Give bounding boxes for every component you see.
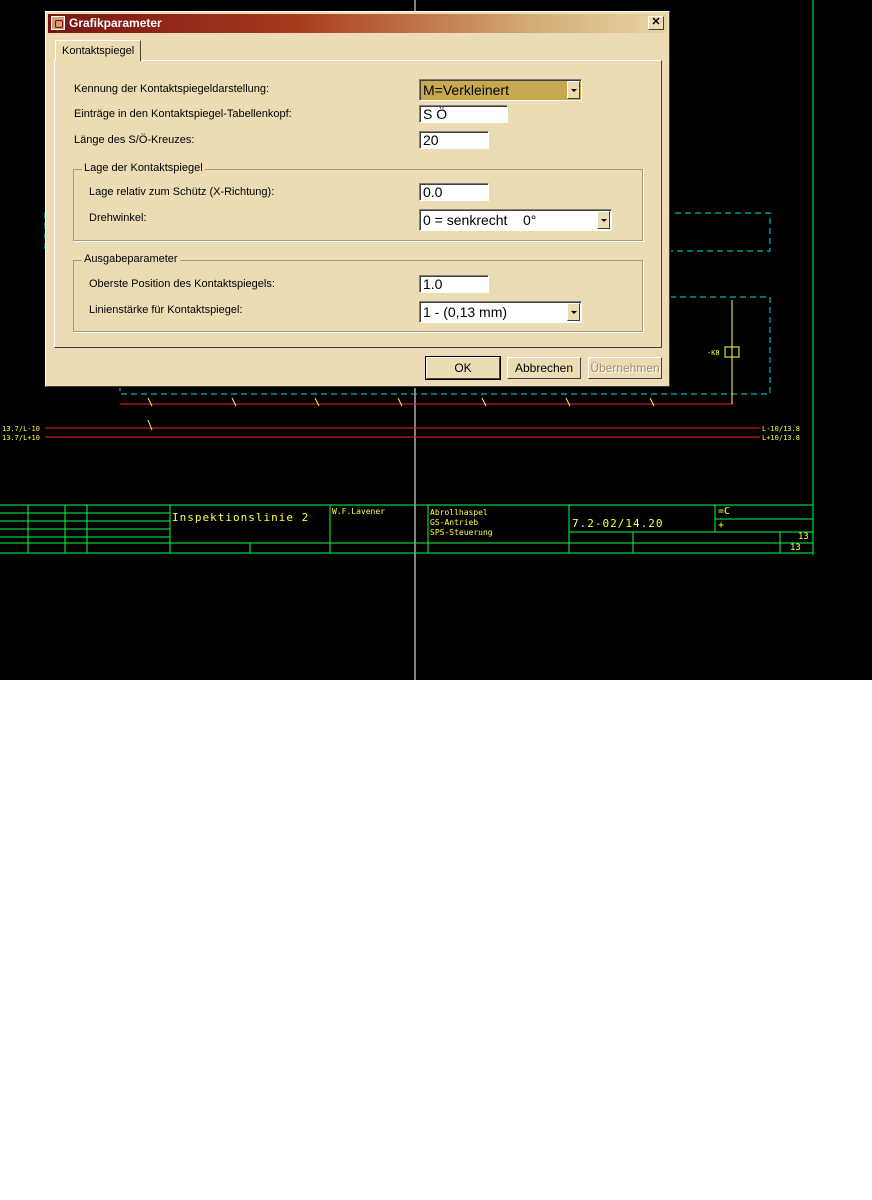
lage-relativ-input[interactable]: 0.0	[419, 183, 489, 201]
desc-line-2: GS-Antrieb	[430, 518, 479, 527]
dialog-titlebar[interactable]: Grafikparameter ✕	[48, 14, 667, 33]
sheet-number: 13	[798, 532, 809, 542]
wire-label-left-1: 13.7/L-10	[2, 425, 40, 433]
tab-kontaktspiegel[interactable]: Kontaktspiegel	[55, 40, 142, 61]
apply-button[interactable]: Übernehmen	[588, 357, 662, 379]
desc-line-3: SPS-Steuerung	[430, 528, 493, 537]
field-plus: +	[718, 520, 725, 531]
close-button[interactable]: ✕	[648, 16, 664, 30]
cancel-button[interactable]: Abbrechen	[507, 357, 581, 379]
ausgabe-group: Ausgabeparameter Oberste Position des Ko…	[73, 253, 643, 332]
laenge-input[interactable]: 20	[419, 131, 489, 149]
linien-value: 1 - (0,13 mm)	[423, 304, 508, 320]
linien-select[interactable]: 1 - (0,13 mm)	[419, 301, 582, 323]
laenge-label: Länge des S/Ö-Kreuzes:	[74, 134, 195, 146]
wire-label-left-2: 13.7/L+10	[2, 434, 40, 442]
tab-panel: Kennung der Kontaktspiegeldarstellung: M…	[54, 60, 662, 348]
app-icon	[51, 16, 65, 30]
doc-number: 7.2-02/14.20	[572, 517, 664, 530]
drehwinkel-select[interactable]: 0 = senkrecht 0°	[419, 209, 612, 231]
sheet-total: 13	[790, 543, 801, 553]
relay-label: -K8	[707, 349, 720, 357]
ausgabe-group-title: Ausgabeparameter	[82, 253, 180, 265]
wire-label-right-1: L-10/13.8	[762, 425, 800, 433]
ok-button[interactable]: OK	[425, 356, 501, 380]
field-equals: =C	[718, 506, 731, 517]
chevron-down-icon[interactable]	[567, 303, 580, 321]
kennung-label: Kennung der Kontaktspiegeldarstellung:	[74, 83, 270, 95]
eintraege-input[interactable]: S Ö	[419, 105, 508, 123]
grafikparameter-dialog: Grafikparameter ✕ Kontaktspiegel Kennung…	[45, 11, 670, 387]
lage-group: Lage der Kontaktspiegel Lage relativ zum…	[73, 162, 643, 241]
kennung-value: M=Verkleinert	[423, 82, 509, 98]
eintraege-label: Einträge in den Kontaktspiegel-Tabellenk…	[74, 108, 292, 120]
lage-group-title: Lage der Kontaktspiegel	[82, 162, 205, 174]
chevron-down-icon[interactable]	[567, 81, 580, 99]
drehwinkel-label: Drehwinkel:	[89, 212, 147, 224]
drawing-name: Inspektionslinie 2	[172, 511, 310, 524]
kennung-select[interactable]: M=Verkleinert	[419, 79, 582, 101]
linien-label: Linienstärke für Kontaktspiegel:	[89, 304, 243, 316]
drehwinkel-value: 0 = senkrecht 0°	[423, 212, 537, 228]
desc-line-1: Abrollhaspel	[430, 508, 488, 517]
lage-relativ-label: Lage relativ zum Schütz (X-Richtung):	[89, 186, 275, 198]
dialog-title: Grafikparameter	[69, 16, 162, 30]
author: W.F.Lavener	[332, 507, 385, 516]
chevron-down-icon[interactable]	[597, 211, 610, 229]
oberste-input[interactable]: 1.0	[419, 275, 489, 293]
close-icon: ✕	[651, 16, 661, 28]
wire-label-right-2: L+10/13.8	[762, 434, 800, 442]
oberste-label: Oberste Position des Kontaktspiegels:	[89, 278, 275, 290]
